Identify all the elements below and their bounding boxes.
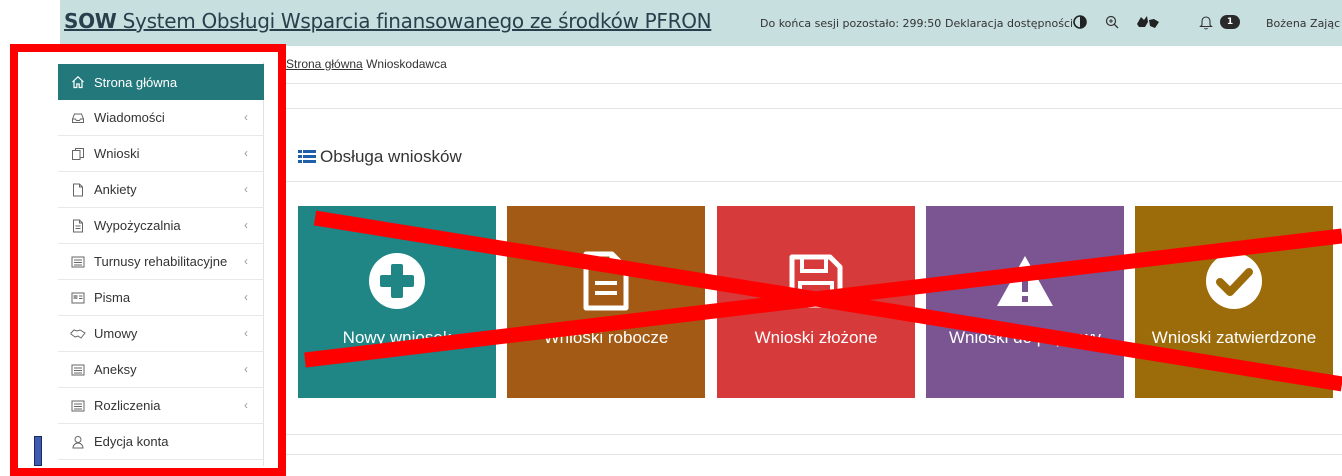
tile-label: Wnioski zatwierdzone [1151, 328, 1317, 347]
brand-abbr: SOW [64, 9, 117, 33]
section-title: Obsługa wniosków [298, 147, 462, 167]
divider [286, 83, 1342, 84]
document-icon [583, 250, 629, 312]
breadcrumb-home-link[interactable]: Strona główna [286, 57, 363, 71]
sign-language-icon[interactable] [1134, 12, 1162, 32]
bell-icon[interactable] [1196, 12, 1216, 32]
highlight-box [10, 44, 286, 476]
tile-new-application[interactable]: Nowy wniosek [298, 206, 496, 398]
warning-icon [995, 250, 1055, 312]
breadcrumb-current: Wnioskodawca [366, 57, 447, 71]
divider [286, 108, 1342, 109]
section-title-text: Obsługa wniosków [320, 147, 462, 166]
tile-draft-applications[interactable]: Wnioski robocze [507, 206, 705, 398]
divider [286, 434, 1342, 435]
tile-approved-applications[interactable]: Wnioski zatwierdzone [1135, 206, 1333, 398]
plus-circle-icon [368, 250, 426, 312]
brand-full-name: System Obsługi Wsparcia finansowanego ze… [116, 9, 712, 33]
user-menu[interactable]: Bożena Zając ˅ [1266, 17, 1342, 30]
tile-applications-to-correct[interactable]: Wnioski do poprawy [926, 206, 1124, 398]
top-bar: SOW System Obsługi Wsparcia finansowaneg… [60, 0, 1342, 46]
app-title-link[interactable]: SOW System Obsługi Wsparcia finansowaneg… [64, 9, 712, 33]
tile-label: Nowy wniosek [342, 328, 452, 347]
notification-badge: 1 [1220, 15, 1240, 29]
breadcrumb: Strona główna Wnioskodawca [286, 57, 447, 71]
contrast-icon[interactable] [1070, 12, 1090, 32]
tile-label: Wnioski do poprawy [948, 328, 1102, 347]
divider [286, 454, 1342, 455]
floppy-disk-icon [788, 250, 844, 312]
check-circle-icon [1205, 250, 1263, 312]
session-timer: Do końca sesji pozostało: 299:50 [760, 17, 942, 30]
accessibility-declaration-link[interactable]: Deklaracja dostępności [945, 17, 1073, 30]
zoom-in-icon[interactable] [1102, 12, 1122, 32]
divider [286, 181, 1342, 182]
user-name: Bożena Zając [1266, 17, 1341, 30]
list-icon [298, 149, 316, 165]
tile-label: Wnioski złożone [754, 328, 878, 347]
tile-label: Wnioski robocze [543, 328, 669, 347]
cursor-marker [34, 436, 42, 466]
tile-submitted-applications[interactable]: Wnioski złożone [717, 206, 915, 398]
